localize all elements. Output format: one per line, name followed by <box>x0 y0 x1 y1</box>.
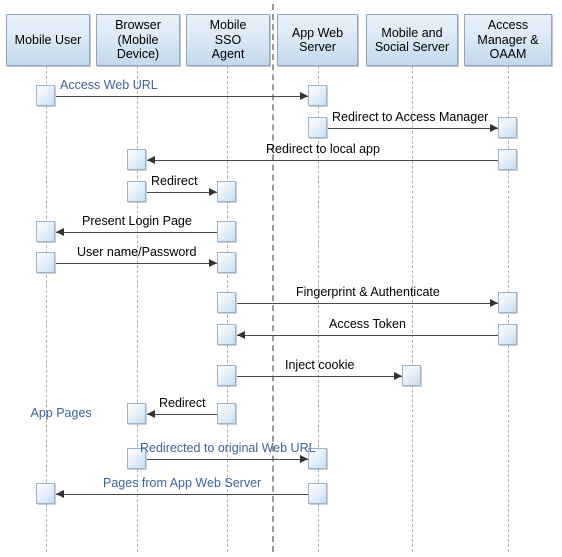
sequence-diagram: Mobile User Browser (Mobile Device) Mobile… <box>0 0 562 557</box>
arrowhead-m7 <box>490 299 498 307</box>
arrowhead-m8 <box>237 331 245 339</box>
message-line-m10 <box>147 414 217 415</box>
activation-box <box>498 117 517 138</box>
activation-box <box>308 117 327 138</box>
participant-app-web-server: App Web Server <box>277 14 358 66</box>
arrowhead-m3 <box>147 156 155 164</box>
activation-box <box>498 149 517 170</box>
activation-box <box>217 221 236 242</box>
activation-box <box>498 292 517 313</box>
message-line-m2 <box>328 128 498 129</box>
message-label-m4: Redirect <box>151 174 198 188</box>
lifeline-app-web-server <box>318 66 319 552</box>
message-line-m7 <box>237 303 498 304</box>
participant-label: Browser (Mobile Device) <box>115 18 161 62</box>
participant-label: Mobile SSO Agent <box>209 18 247 62</box>
message-line-m12 <box>56 494 308 495</box>
message-line-m5 <box>56 232 217 233</box>
activation-box <box>36 221 55 242</box>
message-label-m11: Redirected to original Web URL <box>140 441 316 455</box>
participant-mobile-sso-agent: Mobile SSO Agent <box>186 14 270 66</box>
activation-box <box>36 252 55 273</box>
message-line-m6 <box>56 263 217 264</box>
arrowhead-m5 <box>56 228 64 236</box>
message-line-m4 <box>147 192 217 193</box>
participant-label: Mobile User <box>14 32 82 47</box>
participant-access-manager: Access Manager & OAAM <box>464 14 552 66</box>
activation-box <box>308 85 327 106</box>
participant-label: Access Manager & OAAM <box>477 18 539 62</box>
message-label-m7: Fingerprint & Authenticate <box>296 285 440 299</box>
arrowhead-m10 <box>147 410 155 418</box>
activation-box <box>308 483 327 504</box>
activation-box <box>36 483 55 504</box>
activation-box <box>402 365 421 386</box>
message-line-m11 <box>147 459 308 460</box>
activation-box <box>127 149 146 170</box>
message-label-m12: Pages from App Web Server <box>103 476 262 490</box>
lifeline-mobile-user <box>46 66 47 552</box>
arrowhead-m12 <box>56 490 64 498</box>
activation-box <box>498 324 517 345</box>
activation-box <box>127 181 146 202</box>
message-line-m8 <box>237 335 498 336</box>
activation-box <box>217 403 236 424</box>
message-label-m3: Redirect to local app <box>266 142 380 156</box>
arrowhead-m1 <box>300 92 308 100</box>
message-label-m1: Access Web URL <box>60 78 158 92</box>
arrowhead-m2 <box>490 124 498 132</box>
message-label-m8: Access Token <box>329 317 406 331</box>
arrowhead-m4 <box>209 188 217 196</box>
participant-label: App Web Server <box>291 25 344 55</box>
activation-box <box>217 324 236 345</box>
message-label-m5: Present Login Page <box>82 214 192 228</box>
activation-box <box>217 365 236 386</box>
message-label-m9: Inject cookie <box>285 358 355 372</box>
arrowhead-m11 <box>300 455 308 463</box>
message-line-m9 <box>237 376 402 377</box>
message-label-m2: Redirect to Access Manager <box>332 110 489 124</box>
activation-box <box>36 85 55 106</box>
message-label-m10: Redirect <box>159 396 206 410</box>
lifeline-mobile-social <box>412 66 413 552</box>
side-label-app-pages: App Pages <box>30 406 92 420</box>
activation-box <box>217 181 236 202</box>
participant-label: Mobile and Social Server <box>374 25 450 55</box>
message-label-m6: User name/Password <box>77 245 197 259</box>
arrowhead-m9 <box>394 372 402 380</box>
message-line-m3 <box>147 160 498 161</box>
participant-mobile-social: Mobile and Social Server <box>366 14 458 66</box>
activation-box <box>217 252 236 273</box>
client-server-boundary-line <box>272 4 274 552</box>
arrowhead-m6 <box>209 259 217 267</box>
message-line-m1 <box>56 96 308 97</box>
activation-box <box>217 292 236 313</box>
participant-mobile-user: Mobile User <box>6 14 90 66</box>
participant-browser: Browser (Mobile Device) <box>96 14 180 66</box>
activation-box <box>127 403 146 424</box>
